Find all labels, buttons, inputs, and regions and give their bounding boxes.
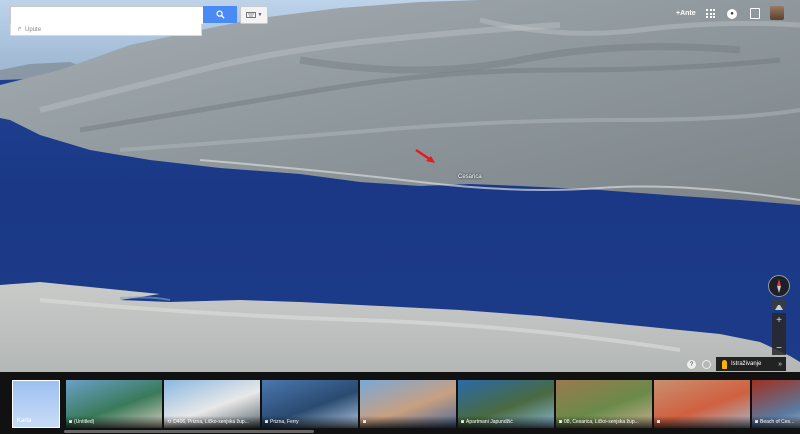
thumbnail-caption-bar: ◙ 08, Cesarica, Ličko-senjska žup...: [556, 416, 652, 428]
chevron-up-icon: »: [778, 360, 782, 368]
chevron-down-icon: ▼: [257, 12, 263, 18]
help-icon[interactable]: ?: [687, 360, 696, 369]
photo-thumbnail[interactable]: ◙: [654, 380, 750, 428]
thumbnail-caption: D406, Prizna, Ličko-senjska žup...: [173, 419, 249, 425]
camera-icon: ◙: [657, 419, 661, 425]
zoom-in-button[interactable]: +: [772, 313, 786, 327]
photo-thumbnail[interactable]: ◙ (Untitled): [66, 380, 162, 428]
share-icon[interactable]: [750, 8, 760, 19]
zoom-out-button[interactable]: −: [772, 341, 786, 355]
search-input[interactable]: [10, 6, 204, 25]
map-view[interactable]: [0, 0, 800, 372]
photo-thumbnail[interactable]: ◙ 08, Cesarica, Ličko-senjska žup...: [556, 380, 652, 428]
thumbnail-caption-bar: ◙ Beach of Ces...: [752, 416, 800, 428]
pegman-icon: [722, 359, 727, 369]
photo-thumbnail[interactable]: ◙ Beach of Ces...: [752, 380, 800, 428]
thumbnail-caption-bar: ◙ (Untitled): [66, 416, 162, 428]
explore-label: Istraživanje: [731, 361, 762, 367]
thumbnail-caption: Prizna, Ferry: [270, 419, 299, 425]
notifications-icon[interactable]: ●: [727, 9, 737, 19]
zoom-slider[interactable]: [772, 327, 786, 341]
camera-icon: ◙: [755, 419, 759, 425]
search-icon: [215, 10, 225, 19]
thumbnail-caption-bar: ◙ Apartmani Japundžić: [458, 416, 554, 428]
place-label[interactable]: Cesarica: [458, 174, 482, 180]
directions-link[interactable]: ↱ Upute: [10, 24, 202, 36]
red-arrow-icon: [415, 148, 435, 163]
apps-grid-icon[interactable]: [706, 9, 715, 18]
thumbnail-caption: 08, Cesarica, Ličko-senjska žup...: [564, 419, 639, 425]
keyboard-button[interactable]: ▼: [240, 6, 268, 24]
camera-icon: ◙: [559, 419, 563, 425]
directions-label: Upute: [25, 26, 42, 33]
camera-icon: ◙: [363, 419, 367, 425]
thumbnail-list: ◙ (Untitled) ⟲ D406, Prizna, Ličko-senjska …: [0, 372, 800, 434]
gear-icon[interactable]: [702, 360, 711, 369]
thumbnail-caption-bar: ⟲ D406, Prizna, Ličko-senjska žup...: [164, 416, 260, 428]
thumbnail-caption-bar: ◙: [360, 416, 456, 428]
photo-thumbnail[interactable]: ◙: [360, 380, 456, 428]
avatar[interactable]: [770, 6, 784, 20]
strip-scrollbar[interactable]: [64, 430, 314, 433]
explore-button[interactable]: Istraživanje »: [716, 357, 786, 371]
keyboard-icon: [245, 12, 256, 18]
user-link[interactable]: +Ante: [676, 10, 696, 17]
360-icon: ⟲: [167, 419, 172, 425]
photo-thumbnail[interactable]: ⟲ D406, Prizna, Ličko-senjska žup...: [164, 380, 260, 428]
directions-icon: ↱: [17, 27, 23, 33]
camera-icon: ◙: [265, 419, 269, 425]
camera-icon: ◙: [69, 419, 73, 425]
search-button[interactable]: [203, 6, 237, 23]
thumbnail-caption-bar: ◙ Prizna, Ferry: [262, 416, 358, 428]
photo-thumbnail[interactable]: ◙ Prizna, Ferry: [262, 380, 358, 428]
photo-thumbnail[interactable]: ◙ Apartmani Japundžić: [458, 380, 554, 428]
camera-icon: ◙: [461, 419, 465, 425]
thumbnail-caption-bar: ◙: [654, 416, 750, 428]
thumbnail-caption: (Untitled): [74, 419, 95, 425]
thumbnail-caption: Apartmani Japundžić: [466, 419, 513, 425]
tilt-icon[interactable]: [772, 299, 786, 310]
thumbnail-caption: Beach of Ces...: [760, 419, 795, 425]
compass-icon[interactable]: [768, 275, 790, 297]
